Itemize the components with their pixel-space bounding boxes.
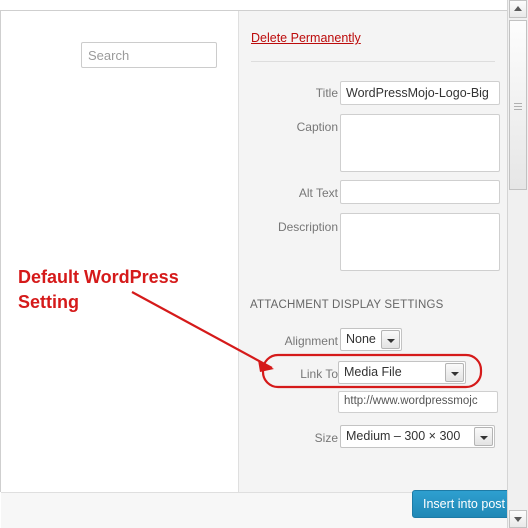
- search-input[interactable]: [81, 42, 217, 68]
- media-uploader-window: Delete Permanently Title Caption Alt Tex…: [0, 0, 528, 528]
- link-to-label: Link To: [300, 367, 338, 381]
- link-to-select-value: Media File: [344, 365, 402, 379]
- delete-permanently-link[interactable]: Delete Permanently: [251, 31, 361, 45]
- insert-into-post-button[interactable]: Insert into post: [412, 490, 516, 518]
- alt-text-label: Alt Text: [298, 186, 338, 200]
- size-select[interactable]: Medium – 300 × 300: [340, 425, 495, 448]
- window-top-edge: [0, 0, 528, 11]
- description-textarea[interactable]: [340, 213, 500, 271]
- scrollbar-thumb[interactable]: [509, 20, 527, 190]
- link-url-input[interactable]: http://www.wordpressmojc: [338, 391, 498, 413]
- caption-label: Caption: [296, 120, 338, 134]
- chevron-down-icon[interactable]: [381, 330, 400, 349]
- media-library-pane: [1, 11, 237, 492]
- title-label: Title: [315, 86, 338, 100]
- description-label: Description: [277, 220, 338, 234]
- attachment-display-settings-heading: ATTACHMENT DISPLAY SETTINGS: [250, 299, 444, 311]
- chevron-down-icon[interactable]: [474, 427, 493, 446]
- scroll-down-arrow-icon[interactable]: [509, 510, 527, 528]
- alignment-label: Alignment: [284, 334, 338, 348]
- divider: [251, 61, 495, 62]
- annotation-text: Default WordPress Setting: [18, 267, 179, 312]
- alignment-select-value: None: [346, 332, 376, 346]
- link-to-select[interactable]: Media File: [338, 361, 466, 384]
- title-input[interactable]: [340, 81, 500, 105]
- vertical-scrollbar[interactable]: [507, 0, 528, 528]
- alignment-select[interactable]: None: [340, 328, 402, 351]
- chevron-down-icon[interactable]: [445, 363, 464, 382]
- scroll-up-arrow-icon[interactable]: [509, 0, 527, 18]
- alt-text-input[interactable]: [340, 180, 500, 204]
- size-select-value: Medium – 300 × 300: [346, 429, 461, 443]
- size-label: Size: [314, 431, 338, 445]
- caption-textarea[interactable]: [340, 114, 500, 172]
- scrollbar-track[interactable]: [509, 190, 527, 198]
